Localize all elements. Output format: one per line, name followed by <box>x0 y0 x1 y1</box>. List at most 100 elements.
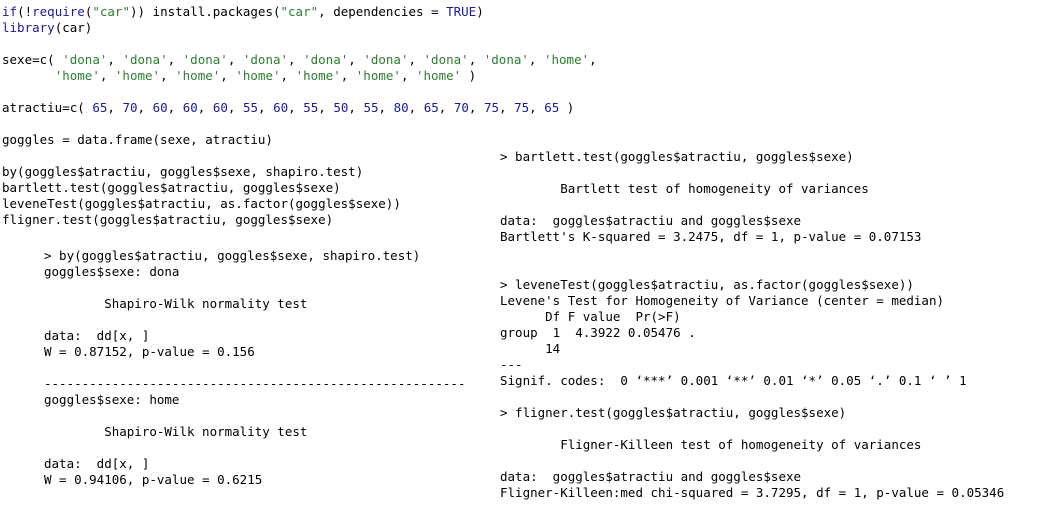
console-output-variance-tests: > bartlett.test(goggles$atractiu, goggle… <box>500 149 1004 501</box>
code-token: 60 <box>152 100 168 115</box>
console-line: Signif. codes: 0 ‘***’ 0.001 ‘**’ 0.01 ‘… <box>500 373 967 388</box>
code-token: , <box>258 100 274 115</box>
code-token: , <box>378 100 394 115</box>
code-token: , <box>408 52 424 67</box>
code-token: 'home' <box>543 52 590 67</box>
code-token: , <box>348 100 364 115</box>
code-line[interactable]: if(!require("car")) install.packages("ca… <box>2 4 597 20</box>
code-token: fligner.test(goggles$atractiu, goggles$s… <box>2 212 334 227</box>
code-token: ) <box>476 4 484 19</box>
console-line: 14 <box>500 341 561 356</box>
console-line: Levene's Test for Homogeneity of Varianc… <box>500 293 945 308</box>
code-token: , <box>99 68 115 83</box>
code-token: , <box>589 52 597 67</box>
console-line: Shapiro-Wilk normality test <box>44 424 308 439</box>
code-token: , <box>167 52 183 67</box>
code-token: , <box>160 68 176 83</box>
code-token: , <box>318 100 334 115</box>
console-output-shapiro: > by(goggles$atractiu, goggles$sexe, sha… <box>44 248 465 488</box>
code-token: 'dona' <box>423 52 469 67</box>
code-token: , <box>137 100 153 115</box>
console-line: data: goggles$atractiu and goggles$sexe <box>500 469 802 484</box>
code-token: , <box>348 52 364 67</box>
console-line: Fligner-Killeen test of homogeneity of v… <box>500 437 922 452</box>
console-line: ----------------------------------------… <box>44 376 466 391</box>
code-token: 'dona' <box>483 52 529 67</box>
code-token: 65 <box>544 100 560 115</box>
code-line[interactable]: sexe=c( 'dona', 'dona', 'dona', 'dona', … <box>2 52 597 68</box>
console-line: Shapiro-Wilk normality test <box>44 296 308 311</box>
code-line[interactable] <box>2 116 597 132</box>
code-line[interactable] <box>2 36 597 52</box>
code-token: 55 <box>363 100 379 115</box>
code-line[interactable]: goggles = data.frame(sexe, atractiu) <box>2 132 597 148</box>
console-line: data: dd[x, ] <box>44 328 150 343</box>
code-token: 'home' <box>235 68 281 83</box>
console-line: group 1 4.3922 0.05476 . <box>500 325 696 340</box>
code-token: , <box>468 100 484 115</box>
code-token: (! <box>17 4 33 19</box>
code-token: 50 <box>333 100 349 115</box>
code-token: 70 <box>122 100 138 115</box>
console-line: goggles$sexe: home <box>44 392 180 407</box>
code-token: 70 <box>453 100 469 115</box>
code-line[interactable]: atractiu=c( 65, 70, 60, 60, 60, 55, 60, … <box>2 100 597 116</box>
code-token: 75 <box>514 100 530 115</box>
code-token: , <box>400 68 416 83</box>
code-line[interactable] <box>2 84 597 100</box>
code-line[interactable]: 'home', 'home', 'home', 'home', 'home', … <box>2 68 597 84</box>
code-token: leveneTest(goggles$atractiu, as.factor(g… <box>2 196 401 211</box>
console-line: Bartlett's K-squared = 3.2475, df = 1, p… <box>500 229 922 244</box>
code-token: ) <box>559 100 575 115</box>
code-token: , <box>197 100 213 115</box>
console-line: data: dd[x, ] <box>44 456 150 471</box>
console-line: > fligner.test(goggles$atractiu, goggles… <box>500 405 847 420</box>
console-line: W = 0.87152, p-value = 0.156 <box>44 344 255 359</box>
code-token: 'dona' <box>242 52 289 67</box>
console-line: > leveneTest(goggles$atractiu, as.factor… <box>500 277 914 292</box>
code-token: , <box>499 100 515 115</box>
code-token: , <box>227 52 243 67</box>
code-token: "car" <box>92 4 130 19</box>
code-token: 80 <box>393 100 409 115</box>
code-token: 'dona' <box>303 52 349 67</box>
code-token: , <box>408 100 424 115</box>
code-token: , <box>528 52 544 67</box>
code-token: if <box>2 4 18 19</box>
code-token: , <box>288 100 304 115</box>
code-token: , <box>468 52 484 67</box>
code-token: , <box>340 68 356 83</box>
code-token: , <box>280 68 296 83</box>
code-token: 'dona' <box>62 52 108 67</box>
code-token: 'home' <box>175 68 221 83</box>
console-line: Df F value Pr(>F) <box>500 309 681 324</box>
code-token: 'dona' <box>363 52 409 67</box>
code-token: )) install.packages( <box>129 4 281 19</box>
code-token: sexe=c( <box>2 52 63 67</box>
code-token: 55 <box>303 100 319 115</box>
code-token: 60 <box>182 100 198 115</box>
console-line: Fligner-Killeen:med chi-squared = 3.7295… <box>500 485 1005 500</box>
code-token: atractiu=c( <box>2 100 93 115</box>
code-token: 75 <box>483 100 499 115</box>
code-token: , <box>107 100 123 115</box>
code-token: 'dona' <box>122 52 168 67</box>
code-token: , <box>529 100 545 115</box>
code-token: 'dona' <box>182 52 228 67</box>
code-token: require <box>32 4 85 19</box>
code-token: bartlett.test(goggles$atractiu, goggles$… <box>2 180 341 195</box>
console-line: goggles$sexe: dona <box>44 264 180 279</box>
code-token: ) <box>461 68 477 83</box>
code-line[interactable]: library(car) <box>2 20 597 36</box>
